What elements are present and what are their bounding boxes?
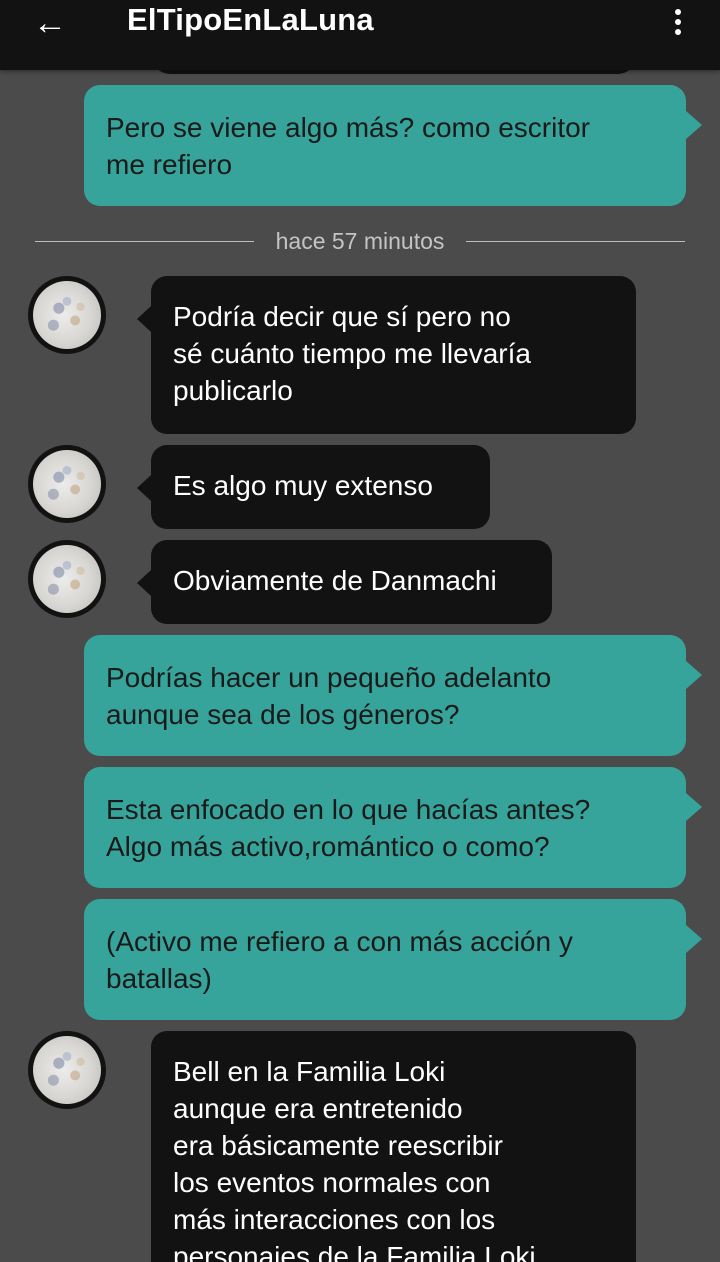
message-bubble-incoming[interactable]: Obviamente de Danmachi [137,540,552,624]
message-bubble-incoming[interactable]: Es algo muy extenso [137,445,490,529]
divider-line [35,240,254,242]
avatar[interactable] [28,276,106,354]
divider-line [466,240,685,242]
top-app-bar: ← ElTipoEnLaLuna [0,0,720,70]
message-bubble-incoming[interactable]: Podría decir que sí pero no sé cuánto ti… [137,276,636,434]
moon-avatar-image [33,281,101,349]
message-bubble-incoming[interactable]: Bell en la Familia Loki aunque era entre… [151,1031,636,1262]
message-bubble-outgoing[interactable]: (Activo me refiero a con más acción y ba… [84,899,702,1020]
message-bubble-outgoing[interactable]: Esta enfocado en lo que hacías antes? Al… [84,767,702,888]
back-arrow-icon[interactable]: ← [22,0,78,46]
chat-title[interactable]: ElTipoEnLaLuna [127,2,374,38]
time-divider-label: hace 57 minutos [275,227,445,254]
message-bubble-outgoing[interactable]: Pero se viene algo más? como escritor me… [84,85,702,206]
time-divider: hace 57 minutos [35,226,685,256]
moon-avatar-image [33,450,101,518]
moon-avatar-image [33,545,101,613]
avatar[interactable] [28,1031,106,1109]
message-bubble-outgoing[interactable]: Podrías hacer un pequeño adelanto aunque… [84,635,702,756]
moon-avatar-image [33,1036,101,1104]
more-options-icon[interactable] [658,4,698,40]
avatar[interactable] [28,540,106,618]
avatar[interactable] [28,445,106,523]
